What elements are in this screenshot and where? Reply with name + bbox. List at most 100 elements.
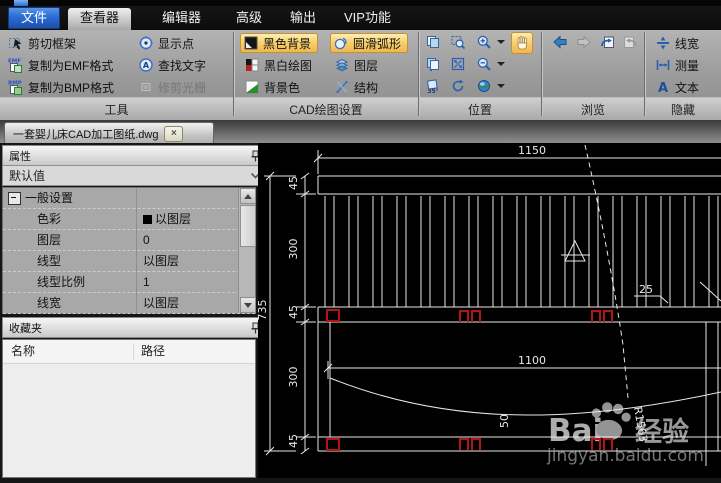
color-swatch (143, 214, 152, 224)
zoom-window-icon[interactable] (448, 32, 468, 52)
cad-drawing: Bai 经验 jingyan.baidu.com 1150 1100 735 4… (256, 144, 721, 466)
drawing-canvas[interactable]: Bai 经验 jingyan.baidu.com 1150 1100 735 4… (256, 143, 721, 478)
column-divider (133, 343, 134, 360)
dim-300a: 300 (287, 239, 300, 260)
undo-page-glyph (601, 36, 614, 48)
prop-value: 以图层 (143, 254, 180, 268)
pan-hand-button[interactable] (511, 32, 533, 54)
favorites-title: 收藏夹 (9, 322, 42, 335)
tab-close-button[interactable]: × (164, 125, 184, 142)
back-icon[interactable] (550, 32, 570, 52)
show-points-icon (139, 36, 153, 50)
3d-orbit-icon[interactable] (474, 76, 494, 96)
bw-drawing-label: 黑白绘图 (264, 58, 313, 73)
trim-raster-icon (140, 82, 152, 92)
zoom-out-glyph (477, 57, 491, 71)
dim-gap: 25 (639, 283, 653, 296)
rotate-angle-icon[interactable]: 35° (423, 76, 443, 96)
watermark-brand: Bai (548, 413, 603, 449)
zoom-in-icon[interactable] (474, 32, 494, 52)
fit-screen-glyph (451, 57, 465, 71)
background-color-button[interactable]: 背景色 (244, 78, 300, 96)
group-label-hide: 隐藏 (670, 103, 695, 117)
measure-icon (656, 60, 670, 70)
zoom-out-icon[interactable] (474, 54, 494, 74)
linewidth-label: 线宽 (675, 36, 700, 51)
forward-icon (574, 32, 594, 52)
group-label-position: 位置 (467, 103, 492, 117)
cut-frame-button[interactable]: 剪切框架 (8, 34, 76, 52)
find-text-label: 查找文字 (158, 58, 207, 73)
scroll-down-button[interactable] (240, 297, 256, 313)
menu-tab-editor[interactable]: 编辑器 (150, 8, 213, 28)
baidu-watermark: Bai 经验 jingyan.baidu.com (546, 402, 704, 466)
zoom-extents-icon[interactable] (448, 54, 468, 74)
redo-page-glyph (624, 36, 637, 48)
copy-emf-button[interactable]: EMF 复制为EMF格式 (8, 56, 113, 74)
property-row-lineweight[interactable]: 线宽 以图层 (3, 293, 255, 314)
trim-raster-label: 修剪光栅 (158, 80, 207, 95)
find-text-button[interactable]: A 查找文字 (138, 56, 206, 74)
rotate-35-glyph: 35° (426, 79, 439, 94)
property-row-layer[interactable]: 图层 0 (3, 230, 255, 251)
scrollbar-thumb[interactable] (240, 205, 256, 247)
menu-file[interactable]: 文件 (8, 7, 61, 29)
smooth-arc-toggle[interactable]: 圆滑弧形 (330, 33, 409, 53)
menu-tab-advanced[interactable]: 高级 (224, 8, 274, 28)
copy-emf-icon: EMF (8, 59, 22, 73)
copy-bmp-button[interactable]: BMP 复制为BMP格式 (8, 78, 114, 96)
linewidth-toggle[interactable]: 线宽 (655, 34, 699, 52)
favorites-column-headers: 名称 路径 (3, 340, 255, 364)
pages-icon (427, 36, 439, 48)
prop-value: 以图层 (155, 212, 192, 226)
property-row-ltscale[interactable]: 线型比例 1 (3, 272, 255, 293)
copy-bmp-label: 复制为BMP格式 (28, 80, 115, 95)
property-row-color[interactable]: 色彩 以图层 (3, 209, 255, 230)
collapse-icon[interactable] (8, 192, 21, 205)
favorites-panel-header: 收藏夹 (2, 317, 266, 338)
menu-tab-vip[interactable]: VIP功能 (332, 8, 403, 28)
prop-key: 线型 (37, 254, 62, 268)
svg-text:A: A (658, 81, 668, 95)
rotate-view-icon[interactable] (448, 76, 468, 96)
properties-scrollbar[interactable] (238, 188, 256, 313)
menu-tab-viewer[interactable]: 查看器 (68, 8, 132, 30)
dim-inner-width: 1100 (518, 354, 546, 367)
property-group-row[interactable]: 一般设置 (3, 188, 255, 209)
layers-label: 图层 (354, 58, 379, 73)
bw-drawing-button[interactable]: 黑白绘图 (244, 56, 312, 74)
preset-value: 默认值 (9, 169, 46, 183)
menu-tab-output[interactable]: 输出 (278, 8, 328, 28)
prop-value: 0 (143, 233, 150, 247)
column-path[interactable]: 路径 (141, 340, 165, 363)
prop-key: 色彩 (37, 212, 62, 226)
zoom-out-dropdown[interactable] (497, 62, 505, 66)
properties-title: 属性 (9, 150, 31, 163)
scroll-up-button[interactable] (240, 188, 256, 204)
swap-view-icon[interactable] (423, 54, 443, 74)
orbit-dropdown[interactable] (497, 84, 505, 88)
properties-panel-header: 属性 (2, 145, 266, 166)
structure-button[interactable]: 结构 (334, 78, 378, 96)
layers-button[interactable]: 图层 (334, 56, 378, 74)
measure-toggle[interactable]: 测量 (655, 56, 699, 74)
text-toggle[interactable]: A 文本 (655, 78, 699, 96)
cad-viewer-app: { "menu": { "file": "文件", "items": ["查看器… (0, 0, 721, 478)
black-background-toggle[interactable]: 黑色背景 (240, 33, 319, 53)
group-row-label: 一般设置 (25, 191, 74, 205)
copy-bmp-icon: BMP (8, 81, 22, 95)
zoom-in-dropdown[interactable] (497, 40, 505, 44)
dim-45a: 45 (287, 176, 300, 190)
arrow-left-glyph (553, 35, 567, 49)
previous-view-icon[interactable] (598, 32, 618, 52)
sphere-glyph (478, 80, 490, 92)
show-points-button[interactable]: 显示点 (138, 34, 194, 52)
copy-view-icon[interactable] (423, 32, 443, 52)
svg-text:35°: 35° (427, 88, 438, 94)
property-row-linetype[interactable]: 线型 以图层 (3, 251, 255, 272)
properties-grid: 一般设置 色彩 以图层 图层 0 线型 以图层 线型比例 1 线宽 以图层 (2, 187, 256, 314)
column-name[interactable]: 名称 (11, 340, 35, 363)
properties-preset-select[interactable]: 默认值 (2, 165, 268, 186)
document-tab[interactable]: 一套婴儿床CAD加工图纸.dwg × (4, 122, 214, 144)
watermark-url: jingyan.baidu.com (546, 446, 704, 466)
